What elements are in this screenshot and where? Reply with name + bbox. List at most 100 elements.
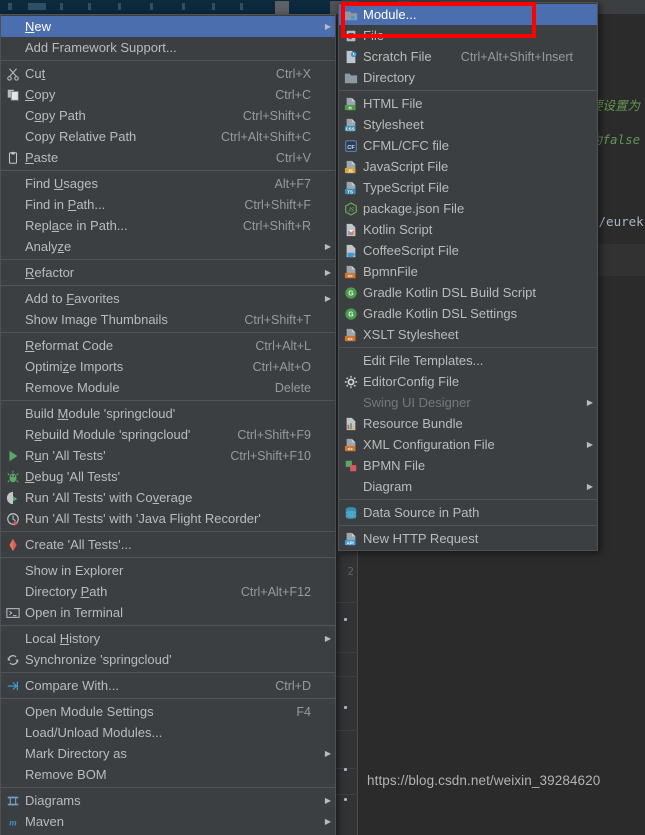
menu-item-cut[interactable]: Cut Ctrl+X (1, 63, 335, 84)
menu-item-load-unload-modules[interactable]: Load/Unload Modules... (1, 722, 335, 743)
menu-item-copy-relative-path[interactable]: Copy Relative Path Ctrl+Alt+Shift+C (1, 126, 335, 147)
debug-icon (1, 466, 25, 487)
menu-item-label: EditorConfig File (363, 374, 460, 389)
menu-item-label: Kotlin Script (363, 222, 433, 237)
submenu-arrow-icon: ▶ (324, 749, 332, 758)
menu-item-icon-placeholder (1, 215, 25, 236)
menu-item-cfml-cfc-file[interactable]: CF CFML/CFC file (339, 135, 597, 156)
menu-item-label: Find Usages (25, 176, 98, 191)
code-fold-dot[interactable] (344, 798, 347, 801)
menu-item-file[interactable]: File (339, 25, 597, 46)
menu-item-refactor[interactable]: Refactor ▶ (1, 262, 335, 283)
menu-item-label: Remove Module (25, 380, 120, 395)
menu-item-remove-bom[interactable]: Remove BOM (1, 764, 335, 785)
project-tree-selected-row[interactable] (0, 0, 342, 14)
menu-item-icon-placeholder (1, 288, 25, 309)
menu-item-scratch-file[interactable]: Scratch File Ctrl+Alt+Shift+Insert (339, 46, 597, 67)
menu-item-swing-ui-designer[interactable]: Swing UI Designer ▶ (339, 392, 597, 413)
menu-item-local-history[interactable]: Local History ▶ (1, 628, 335, 649)
menu-item-add-framework-support[interactable]: Add Framework Support... (1, 37, 335, 58)
menu-item-label: BPMN File (363, 458, 426, 473)
menu-item-debug-all-tests[interactable]: Debug 'All Tests' (1, 466, 335, 487)
gutter-divider (335, 730, 358, 731)
menu-item-run-with-coverage[interactable]: Run 'All Tests' with Coverage (1, 487, 335, 508)
menu-item-label: Resource Bundle (363, 416, 463, 431)
menu-item-bpmn-file-1[interactable]: <> BpmnFile (339, 261, 597, 282)
menu-item-paste[interactable]: Paste Ctrl+V (1, 147, 335, 168)
menu-item-coffeescript-file[interactable]: CoffeeScript File (339, 240, 597, 261)
menu-item-diagrams[interactable]: Diagrams ▶ (1, 790, 335, 811)
menu-item-gradle-kotlin-dsl-build-script[interactable]: G Gradle Kotlin DSL Build Script (339, 282, 597, 303)
code-fold-dot[interactable] (344, 618, 347, 621)
menu-item-find-usages[interactable]: Find Usages Alt+F7 (1, 173, 335, 194)
menu-item-label: TypeScript File (363, 180, 449, 195)
svg-text:API: API (346, 540, 353, 545)
menu-item-show-image-thumbnails[interactable]: Show Image Thumbnails Ctrl+Shift+T (1, 309, 335, 330)
menu-item-module[interactable]: Module... (339, 4, 597, 25)
menu-item-gradle-kotlin-dsl-settings[interactable]: G Gradle Kotlin DSL Settings (339, 303, 597, 324)
code-fold-dot[interactable] (344, 706, 347, 709)
menu-item-build-module[interactable]: Build Module 'springcloud' (1, 403, 335, 424)
svg-text:H: H (349, 105, 352, 110)
menu-item-label: Debug 'All Tests' (25, 469, 121, 484)
menu-item-label: Gradle Kotlin DSL Build Script (363, 285, 536, 300)
editor-tab[interactable] (275, 1, 289, 14)
menu-item-new[interactable]: New ▶ (1, 16, 335, 37)
menu-item-icon-placeholder (1, 262, 25, 283)
project-context-menu[interactable]: New ▶ Add Framework Support... Cut Ctrl+X Cop… (0, 14, 336, 835)
menu-item-resource-bundle[interactable]: Resource Bundle (339, 413, 597, 434)
menu-item-reformat-code[interactable]: Reformat Code Ctrl+Alt+L (1, 335, 335, 356)
menu-item-remove-module[interactable]: Remove Module Delete (1, 377, 335, 398)
menu-item-compare-with[interactable]: Compare With... Ctrl+D (1, 675, 335, 696)
menu-item-package-json-file[interactable]: JS package.json File (339, 198, 597, 219)
menu-item-icon-placeholder (1, 581, 25, 602)
menu-item-synchronize[interactable]: Synchronize 'springcloud' (1, 649, 335, 670)
menu-item-directory[interactable]: Directory (339, 67, 597, 88)
menu-item-run-all-tests[interactable]: Run 'All Tests' Ctrl+Shift+F10 (1, 445, 335, 466)
menu-item-maven[interactable]: m Maven ▶ (1, 811, 335, 832)
menu-item-label: Local History (25, 631, 101, 646)
menu-item-label: Diagram (363, 479, 413, 494)
menu-item-xslt-stylesheet[interactable]: <> XSLT Stylesheet (339, 324, 597, 345)
menu-item-data-source-in-path[interactable]: Data Source in Path (339, 502, 597, 523)
menu-item-create-all-tests[interactable]: Create 'All Tests'... (1, 534, 335, 555)
html-file-icon: H (339, 93, 363, 114)
menu-item-bpmn-file-2[interactable]: BPMN File (339, 455, 597, 476)
menu-item-run-with-jfr[interactable]: Run 'All Tests' with 'Java Flight Record… (1, 508, 335, 529)
resource-bundle-icon (339, 413, 363, 434)
menu-item-editorconfig-file[interactable]: EditorConfig File (339, 371, 597, 392)
menu-item-find-in-path[interactable]: Find in Path... Ctrl+Shift+F (1, 194, 335, 215)
submenu-arrow-icon: ▶ (586, 440, 594, 449)
menu-item-html-file[interactable]: H HTML File (339, 93, 597, 114)
submenu-arrow-icon: ▶ (324, 294, 332, 303)
menu-item-directory-path[interactable]: Directory Path Ctrl+Alt+F12 (1, 581, 335, 602)
menu-item-add-to-favorites[interactable]: Add to Favorites ▶ (1, 288, 335, 309)
menu-item-typescript-file[interactable]: TS TypeScript File (339, 177, 597, 198)
submenu-arrow-icon: ▶ (324, 796, 332, 805)
menu-item-diagram[interactable]: Diagram ▶ (339, 476, 597, 497)
menu-item-copy-path[interactable]: Copy Path Ctrl+Shift+C (1, 105, 335, 126)
copy-icon (1, 84, 25, 105)
code-fold-dot[interactable] (344, 768, 347, 771)
menu-item-copy[interactable]: Copy Ctrl+C (1, 84, 335, 105)
menu-item-analyze[interactable]: Analyze ▶ (1, 236, 335, 257)
menu-item-replace-in-path[interactable]: Replace in Path... Ctrl+Shift+R (1, 215, 335, 236)
menu-item-label: CoffeeScript File (363, 243, 459, 258)
menu-item-open-module-settings[interactable]: Open Module Settings F4 (1, 701, 335, 722)
menu-item-edit-file-templates[interactable]: Edit File Templates... (339, 350, 597, 371)
css-file-icon: CSS (339, 114, 363, 135)
menu-item-new-http-request[interactable]: API New HTTP Request (339, 528, 597, 549)
menu-item-shortcut: Ctrl+Alt+Shift+Insert (460, 49, 573, 64)
menu-item-optimize-imports[interactable]: Optimize Imports Ctrl+Alt+O (1, 356, 335, 377)
new-submenu[interactable]: Module... File Scratch File Ctrl+Alt+Shift+… (338, 2, 598, 551)
menu-item-rebuild-module[interactable]: Rebuild Module 'springcloud' Ctrl+Shift+F… (1, 424, 335, 445)
menu-item-kotlin-script[interactable]: Kotlin Script (339, 219, 597, 240)
menu-item-open-in-terminal[interactable]: Open in Terminal (1, 602, 335, 623)
menu-item-show-in-explorer[interactable]: Show in Explorer (1, 560, 335, 581)
menu-item-xml-configuration-file[interactable]: <> XML Configuration File ▶ (339, 434, 597, 455)
menu-item-label: CFML/CFC file (363, 138, 449, 153)
menu-item-mark-directory-as[interactable]: Mark Directory as ▶ (1, 743, 335, 764)
menu-item-icon-placeholder (339, 392, 363, 413)
menu-item-stylesheet[interactable]: CSS Stylesheet (339, 114, 597, 135)
menu-item-javascript-file[interactable]: JS JavaScript File (339, 156, 597, 177)
